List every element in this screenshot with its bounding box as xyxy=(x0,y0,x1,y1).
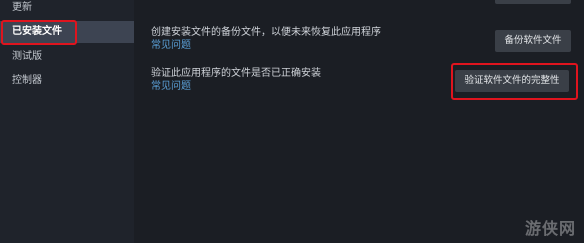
sidebar-item-betas[interactable]: 测试版 xyxy=(0,46,134,68)
verify-faq-link[interactable]: 常见问题 xyxy=(151,80,191,94)
verify-description: 验证此应用程序的文件是否已正确安装 xyxy=(151,68,321,79)
watermark: 游侠网 xyxy=(524,219,576,238)
backup-faq-link[interactable]: 常见问题 xyxy=(151,39,191,53)
highlight-box-installed-files xyxy=(1,20,77,45)
sidebar-item-controller[interactable]: 控制器 xyxy=(0,70,134,92)
sidebar-item-updates[interactable]: 更新 xyxy=(0,0,134,19)
backup-description: 创建安装文件的备份文件，以便未来恢复此应用程序 xyxy=(151,27,381,38)
partial-button[interactable] xyxy=(495,0,571,4)
highlight-box-verify xyxy=(451,63,578,100)
main-content: 创建安装文件的备份文件，以便未来恢复此应用程序 常见问题 备份软件文件 验证此应… xyxy=(134,0,584,243)
backup-files-button[interactable]: 备份软件文件 xyxy=(495,30,571,52)
